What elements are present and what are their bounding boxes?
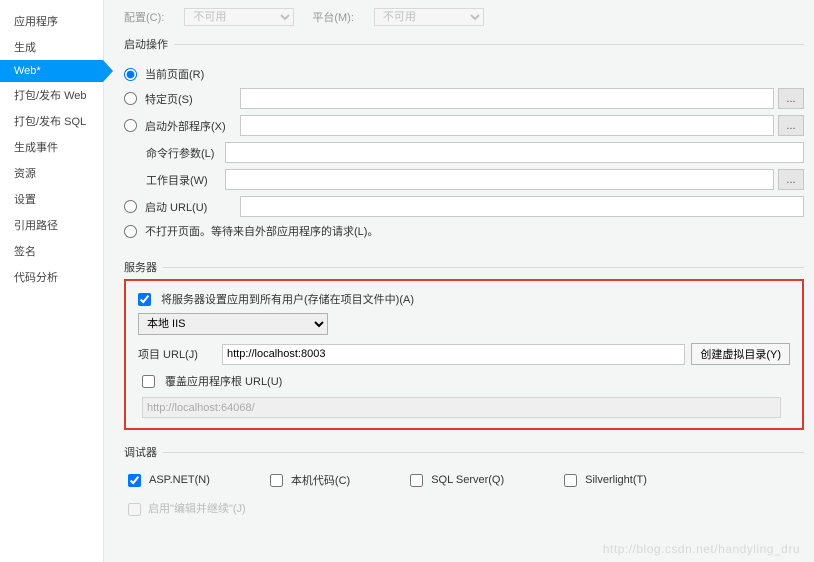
config-label: 配置(C): xyxy=(124,9,164,25)
radio-start-url-label: 启动 URL(U) xyxy=(145,199,207,215)
server-highlight-box: 将服务器设置应用到所有用户(存储在项目文件中)(A) 本地 IIS 项目 URL… xyxy=(124,279,804,430)
server-legend: 服务器 xyxy=(124,259,163,275)
start-action-group: 启动操作 当前页面(R) 特定页(S) ... xyxy=(124,36,804,245)
specific-page-input[interactable] xyxy=(240,88,774,109)
aspnet-label: ASP.NET(N) xyxy=(149,474,210,486)
cmdline-args-label: 命令行参数(L) xyxy=(146,148,214,160)
radio-specific-page-label: 特定页(S) xyxy=(145,91,193,107)
external-program-browse-button[interactable]: ... xyxy=(778,115,804,136)
sidebar-item-build[interactable]: 生成 xyxy=(0,34,103,60)
radio-dont-open[interactable] xyxy=(124,225,137,238)
sidebar-item-web[interactable]: Web* xyxy=(0,60,103,82)
config-select: 不可用 xyxy=(184,8,294,26)
create-vdir-button[interactable]: 创建虚拟目录(Y) xyxy=(691,343,790,365)
radio-external-program[interactable] xyxy=(124,119,137,132)
silverlight-checkbox[interactable] xyxy=(564,474,577,487)
override-root-input xyxy=(142,397,781,418)
sqlserver-checkbox[interactable] xyxy=(410,474,423,487)
radio-start-url[interactable] xyxy=(124,200,137,213)
sidebar-item-package-web[interactable]: 打包/发布 Web xyxy=(0,82,103,108)
apply-all-label: 将服务器设置应用到所有用户(存储在项目文件中)(A) xyxy=(161,291,414,307)
aspnet-checkbox[interactable] xyxy=(128,474,141,487)
override-root-label: 覆盖应用程序根 URL(U) xyxy=(165,373,282,389)
sidebar-item-application[interactable]: 应用程序 xyxy=(0,8,103,34)
working-dir-label: 工作目录(W) xyxy=(146,175,208,187)
sidebar-item-settings[interactable]: 设置 xyxy=(0,186,103,212)
radio-dont-open-label: 不打开页面。等待来自外部应用程序的请求(L)。 xyxy=(145,223,378,239)
silverlight-label: Silverlight(T) xyxy=(585,474,647,486)
radio-external-program-label: 启动外部程序(X) xyxy=(145,118,226,134)
override-root-checkbox[interactable] xyxy=(142,375,155,388)
debugger-group: 调试器 ASP.NET(N) 本机代码(C) SQL Server(Q) Sil… xyxy=(124,444,804,516)
edit-continue-checkbox xyxy=(128,503,141,516)
cmdline-args-input[interactable] xyxy=(225,142,804,163)
specific-page-browse-button[interactable]: ... xyxy=(778,88,804,109)
main-panel: 配置(C): 不可用 平台(M): 不可用 启动操作 当前页面(R) 特定页(S… xyxy=(104,0,814,562)
apply-all-checkbox[interactable] xyxy=(138,293,151,306)
server-group: 服务器 将服务器设置应用到所有用户(存储在项目文件中)(A) 本地 IIS 项目… xyxy=(124,259,804,430)
radio-current-page-label: 当前页面(R) xyxy=(145,66,204,82)
working-dir-input[interactable] xyxy=(225,169,774,190)
project-url-input[interactable] xyxy=(222,344,685,365)
radio-current-page[interactable] xyxy=(124,68,137,81)
start-action-legend: 启动操作 xyxy=(124,36,174,52)
sidebar-item-resources[interactable]: 资源 xyxy=(0,160,103,186)
start-url-input[interactable] xyxy=(240,196,804,217)
sidebar-item-code-analysis[interactable]: 代码分析 xyxy=(0,264,103,290)
platform-select: 不可用 xyxy=(374,8,484,26)
sidebar-item-signing[interactable]: 签名 xyxy=(0,238,103,264)
sidebar-item-build-events[interactable]: 生成事件 xyxy=(0,134,103,160)
project-url-label: 项目 URL(J) xyxy=(138,346,216,362)
sidebar-item-reference-paths[interactable]: 引用路径 xyxy=(0,212,103,238)
edit-continue-label: 启用"编辑并继续"(J) xyxy=(148,503,246,515)
external-program-input[interactable] xyxy=(240,115,774,136)
server-type-select[interactable]: 本地 IIS xyxy=(138,313,328,335)
debugger-legend: 调试器 xyxy=(124,444,163,460)
sqlserver-label: SQL Server(Q) xyxy=(431,474,504,486)
working-dir-browse-button[interactable]: ... xyxy=(778,169,804,190)
native-label: 本机代码(C) xyxy=(291,472,350,488)
sidebar: 应用程序 生成 Web* 打包/发布 Web 打包/发布 SQL 生成事件 资源… xyxy=(0,0,104,562)
radio-specific-page[interactable] xyxy=(124,92,137,105)
native-checkbox[interactable] xyxy=(270,474,283,487)
platform-label: 平台(M): xyxy=(312,9,354,25)
sidebar-item-package-sql[interactable]: 打包/发布 SQL xyxy=(0,108,103,134)
